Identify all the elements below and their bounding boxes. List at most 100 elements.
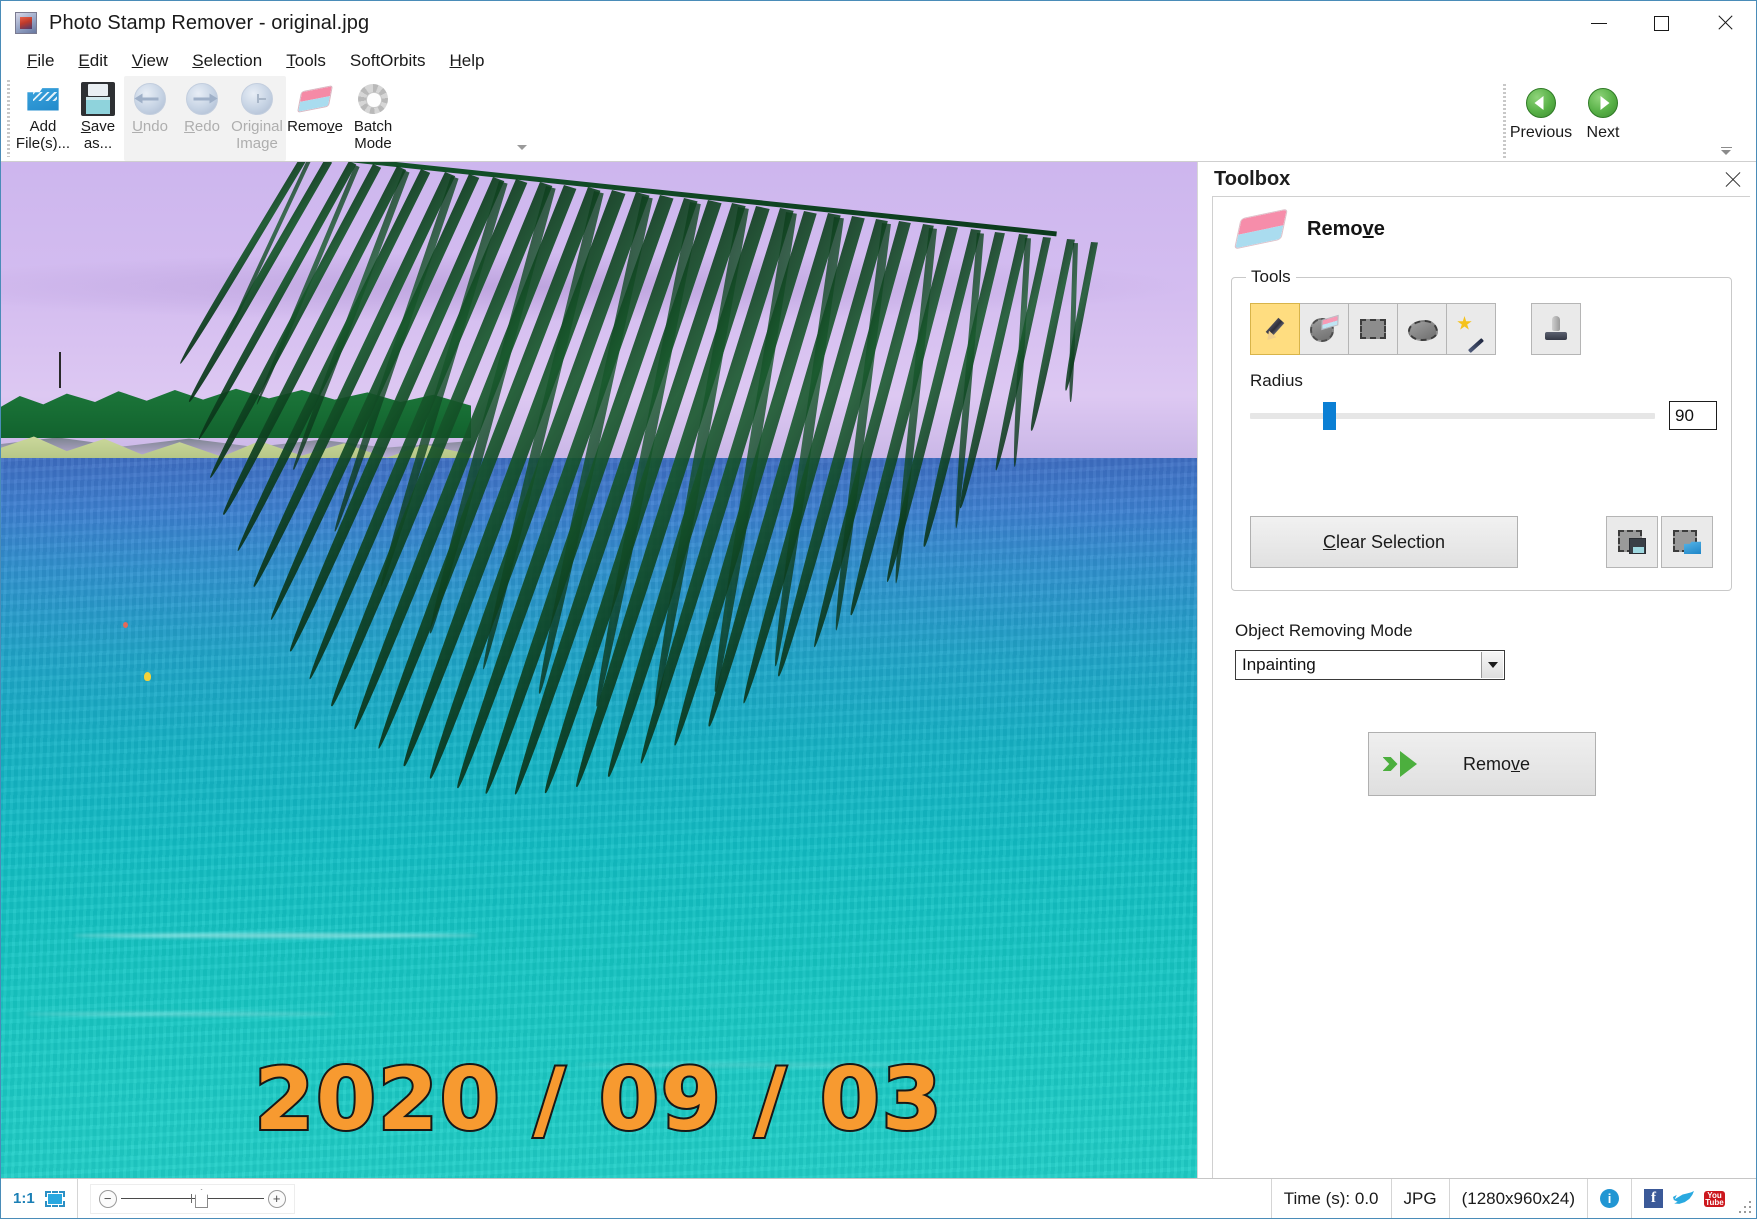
add-files-button[interactable]: Add File(s)... [14,78,72,152]
fit-to-window-icon[interactable] [45,1191,65,1207]
chevron-down-icon[interactable] [1481,652,1503,678]
toolbox-content: Remove Tools [1212,196,1750,1178]
clone-stamp-icon [1543,316,1569,342]
redo-button[interactable]: Redo [176,78,228,135]
remove-action-button[interactable]: Remove [1368,732,1596,796]
original-image-button[interactable]: Original Image [228,78,286,152]
object-removing-mode-label: Object Removing Mode [1235,621,1732,641]
menu-selection[interactable]: Selection [180,49,274,73]
image-canvas[interactable]: 2020 / 09 / 03 [1,162,1197,1178]
social-links: f YouTube [1632,1179,1737,1218]
tool-lasso[interactable] [1397,303,1447,355]
clear-selection-button[interactable]: Clear Selection [1250,516,1518,568]
zoom-slider[interactable]: − + [90,1184,295,1214]
plus-icon[interactable]: + [268,1190,286,1208]
tool-magic-wand[interactable] [1446,303,1496,355]
toolbar-grip[interactable] [7,80,10,157]
zoom-ratio-button[interactable]: 1:1 [13,1190,35,1207]
minimize-icon [1591,23,1607,24]
status-time: Time (s): 0.0 [1272,1179,1392,1218]
remove-toolbar-button[interactable]: Remove [286,78,344,135]
zoom-slider-track[interactable] [121,1198,264,1199]
redo-arrow-icon [185,82,219,116]
gear-icon [356,82,390,116]
undo-label: Undo [132,118,168,135]
menu-help[interactable]: Help [438,49,497,73]
object-removing-mode-value: Inpainting [1236,655,1316,675]
toolbox-mode-header: Remove [1231,213,1732,245]
application-window: Photo Stamp Remover - original.jpg File … [0,0,1757,1219]
tool-marquee[interactable] [1348,303,1398,355]
object-removing-mode-section: Object Removing Mode Inpainting [1235,621,1732,680]
toolbox-close-icon[interactable] [1724,171,1742,189]
minus-icon[interactable]: − [99,1190,117,1208]
zoom-slider-cell: − + [78,1179,295,1218]
twitter-icon[interactable] [1673,1190,1694,1208]
object-removing-mode-select[interactable]: Inpainting [1235,650,1505,680]
zoom-presets: 1:1 [1,1179,78,1218]
menu-tools[interactable]: Tools [274,49,338,73]
next-label: Next [1587,124,1620,142]
history-group-expander[interactable] [517,145,529,155]
radius-value-input[interactable]: 90 [1669,401,1717,430]
batch-mode-button[interactable]: Batch Mode [344,78,402,152]
eraser-icon [298,82,332,116]
clock-history-icon [240,82,274,116]
next-circle-icon [1588,88,1618,118]
save-icon [81,82,115,116]
zoom-slider-thumb[interactable] [195,1189,208,1208]
radius-slider[interactable] [1250,413,1655,419]
selection-actions-row: Clear Selection [1250,516,1713,568]
previous-circle-icon [1526,88,1556,118]
previous-button[interactable]: Previous [1510,80,1572,142]
close-button[interactable] [1693,1,1756,45]
status-bar: 1:1 − + Time (s): 0.0 JPG (1280x960x24) … [1,1178,1756,1218]
menu-softorbits[interactable]: SoftOrbits [338,49,438,73]
redo-label: Redo [184,118,220,135]
load-selection-button[interactable] [1661,516,1713,568]
rectangle-select-icon [1360,319,1386,339]
youtube-icon[interactable]: YouTube [1704,1191,1725,1207]
main-toolbar: Add File(s)... Save as... Undo [1,76,1756,162]
status-info-cell: i [1588,1179,1632,1218]
batch-mode-label-1: Batch [354,118,392,135]
toolbox-mode-title: Remove [1307,218,1385,241]
eraser-tool-icon [1310,316,1338,342]
tool-eraser[interactable] [1299,303,1349,355]
ribbon-expander[interactable] [1718,145,1734,159]
status-spacer [295,1179,1272,1218]
save-selection-button[interactable] [1606,516,1658,568]
window-title: Photo Stamp Remover - original.jpg [49,12,369,35]
next-button[interactable]: Next [1572,80,1634,142]
save-as-button[interactable]: Save as... [72,78,124,152]
original-image-label-1: Original [231,118,283,135]
window-controls [1567,1,1756,45]
maximize-button[interactable] [1630,1,1693,45]
radius-slider-thumb[interactable] [1323,402,1336,430]
toolbar-history-group: Undo Redo Original Image [124,76,286,161]
green-arrow-icon [1383,751,1417,777]
eraser-icon [1234,208,1288,249]
toolbox-panel: Toolbox Remove Tools [1197,162,1756,1178]
save-selection-icon [1618,530,1646,554]
title-bar: Photo Stamp Remover - original.jpg [1,1,1756,45]
menu-edit[interactable]: Edit [66,49,119,73]
info-icon[interactable]: i [1600,1189,1619,1208]
minimize-button[interactable] [1567,1,1630,45]
add-file-icon [26,82,60,116]
original-image-label-2: Image [236,135,278,152]
tools-legend: Tools [1246,267,1296,287]
menu-view[interactable]: View [120,49,181,73]
menu-file[interactable]: File [15,49,66,73]
undo-button[interactable]: Undo [124,78,176,135]
resize-grip[interactable] [1737,1199,1753,1215]
toolbox-title: Toolbox [1214,168,1290,191]
radius-label: Radius [1250,371,1717,391]
app-photo-icon [15,12,37,34]
toolbox-header: Toolbox [1198,162,1756,196]
load-selection-icon [1673,530,1701,554]
tool-clone-stamp[interactable] [1531,303,1581,355]
tool-pencil[interactable] [1250,303,1300,355]
facebook-icon[interactable]: f [1644,1189,1663,1208]
photo-image: 2020 / 09 / 03 [1,162,1197,1178]
